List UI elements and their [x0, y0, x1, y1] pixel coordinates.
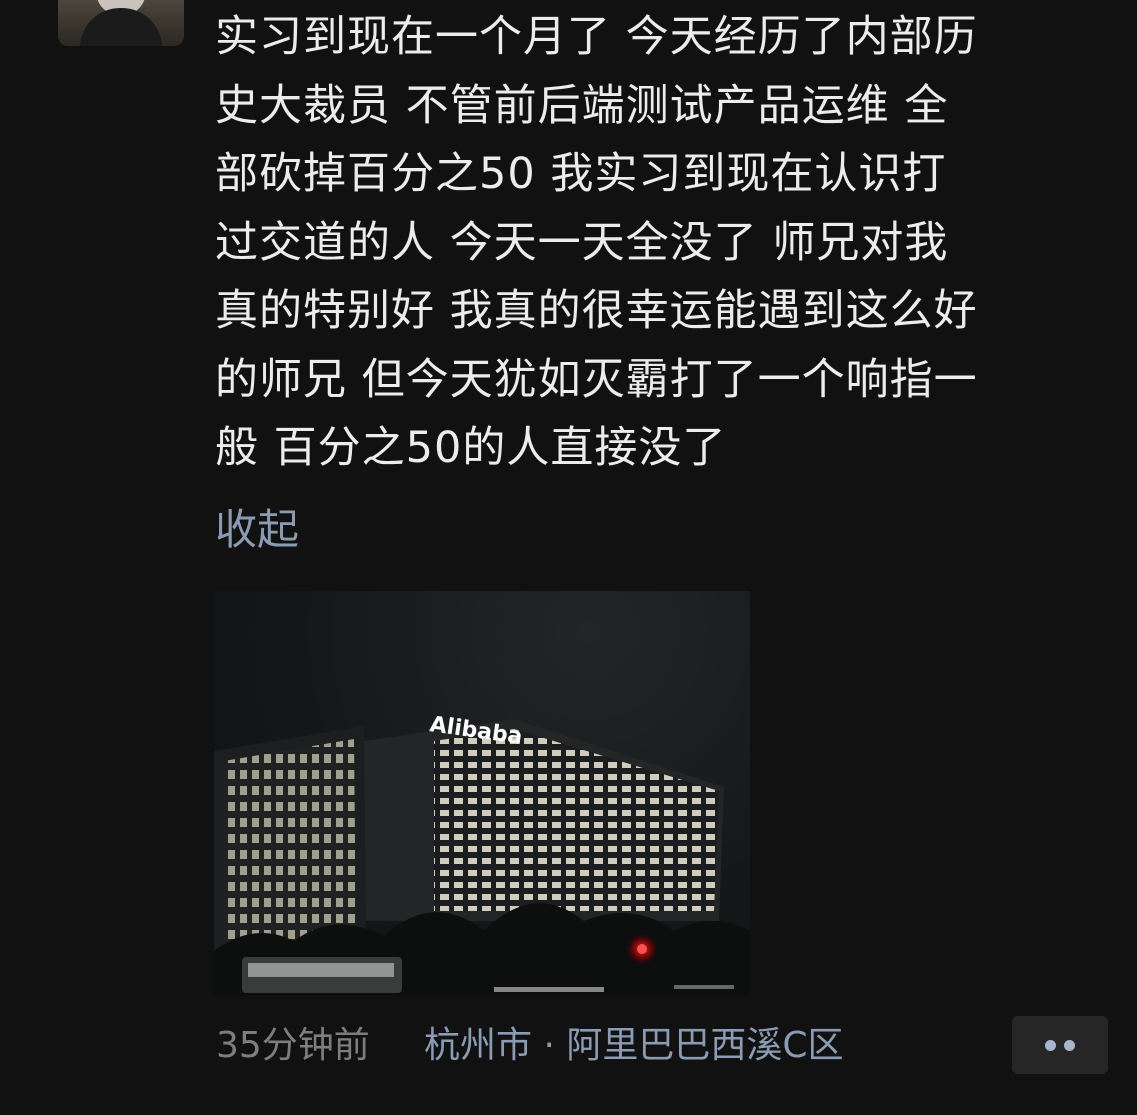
post-text-line: 实习到现在一个月了 今天经历了内部历 [215, 12, 978, 62]
avatar[interactable] [58, 0, 184, 46]
post-text-line: 的师兄 但今天犹如灭霸打了一个响指一 [215, 354, 978, 405]
more-options-button[interactable] [1012, 1016, 1108, 1074]
post-text-line: 真的特别好 我真的很幸运能遇到这么好 [215, 286, 978, 336]
post-photo[interactable]: Alibaba [214, 591, 750, 996]
post-location[interactable]: 杭州市 · 阿里巴巴西溪C区 [424, 1020, 843, 1072]
dot-icon [1045, 1039, 1056, 1051]
avatar-shoulder [80, 8, 162, 46]
post-text-line: 般 百分之50的人直接没了 [215, 423, 727, 473]
post-text-line: 过交道的人 今天一天全没了 师兄对我 [215, 217, 949, 268]
dot-icon [1064, 1039, 1075, 1051]
collapse-link[interactable]: 收起 [215, 500, 299, 560]
post-text-line: 部砍掉百分之50 我实习到现在认识打 [215, 149, 947, 199]
post-time: 35分钟前 [216, 1025, 370, 1066]
photo-building-scene: Alibaba [214, 712, 750, 996]
post-text: 实习到现在一个月了 今天经历了内部历 史大裁员 不管前后端测试产品运维 全 部砍… [215, 3, 1115, 483]
post-text-line: 史大裁员 不管前后端测试产品运维 全 [215, 80, 949, 131]
